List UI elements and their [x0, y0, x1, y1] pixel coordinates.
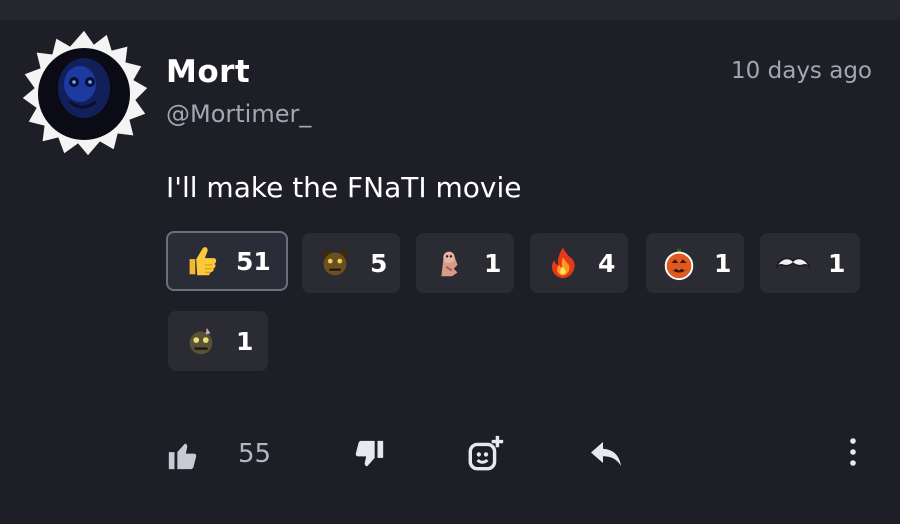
pink-ghost-emoji — [430, 244, 468, 282]
thumbs-down-icon[interactable] — [352, 438, 386, 472]
skull-creature-emoji — [182, 322, 220, 360]
top-bar — [0, 0, 900, 20]
reaction-count: 1 — [828, 248, 846, 278]
comment-text: I'll make the FNaTI movie — [166, 171, 522, 204]
reaction-chip-mustache[interactable]: 1 — [760, 233, 860, 293]
reaction-count: 1 — [484, 248, 502, 278]
avatar-badge-icon — [21, 29, 149, 157]
reaction-chip-bear[interactable]: 5 — [302, 233, 400, 293]
mustache-emoji — [774, 244, 812, 282]
jack-o-lantern-emoji — [660, 244, 698, 282]
comment-timestamp: 10 days ago — [731, 58, 872, 84]
reaction-count: 1 — [236, 326, 254, 356]
fire-emoji — [544, 244, 582, 282]
author-handle[interactable]: @Mortimer_ — [166, 100, 311, 128]
reaction-chip-skull[interactable]: 1 — [168, 311, 268, 371]
more-vertical-icon[interactable] — [846, 437, 860, 467]
comment-actions: 55 — [0, 425, 900, 485]
thumbs-up-icon[interactable] — [166, 438, 200, 472]
add-reaction-icon[interactable] — [466, 433, 506, 473]
reply-icon[interactable] — [588, 439, 624, 469]
reaction-chip-thumbs-up[interactable]: 51 — [166, 231, 288, 291]
reaction-chip-ghost[interactable]: 1 — [416, 233, 514, 293]
reaction-count: 51 — [236, 246, 271, 276]
reaction-chip-fire[interactable]: 4 — [530, 233, 628, 293]
avatar[interactable] — [18, 28, 150, 160]
author-name[interactable]: Mort — [166, 54, 250, 90]
comment-card: Mort @Mortimer_ 10 days ago I'll make th… — [0, 20, 900, 524]
reaction-count: 1 — [714, 248, 732, 278]
bear-head-emoji — [316, 244, 354, 282]
reaction-chip-pumpkin[interactable]: 1 — [646, 233, 744, 293]
reaction-count: 5 — [370, 248, 388, 278]
thumbs-up-emoji — [182, 242, 220, 280]
reaction-count: 4 — [598, 248, 616, 278]
like-count: 55 — [238, 439, 272, 469]
